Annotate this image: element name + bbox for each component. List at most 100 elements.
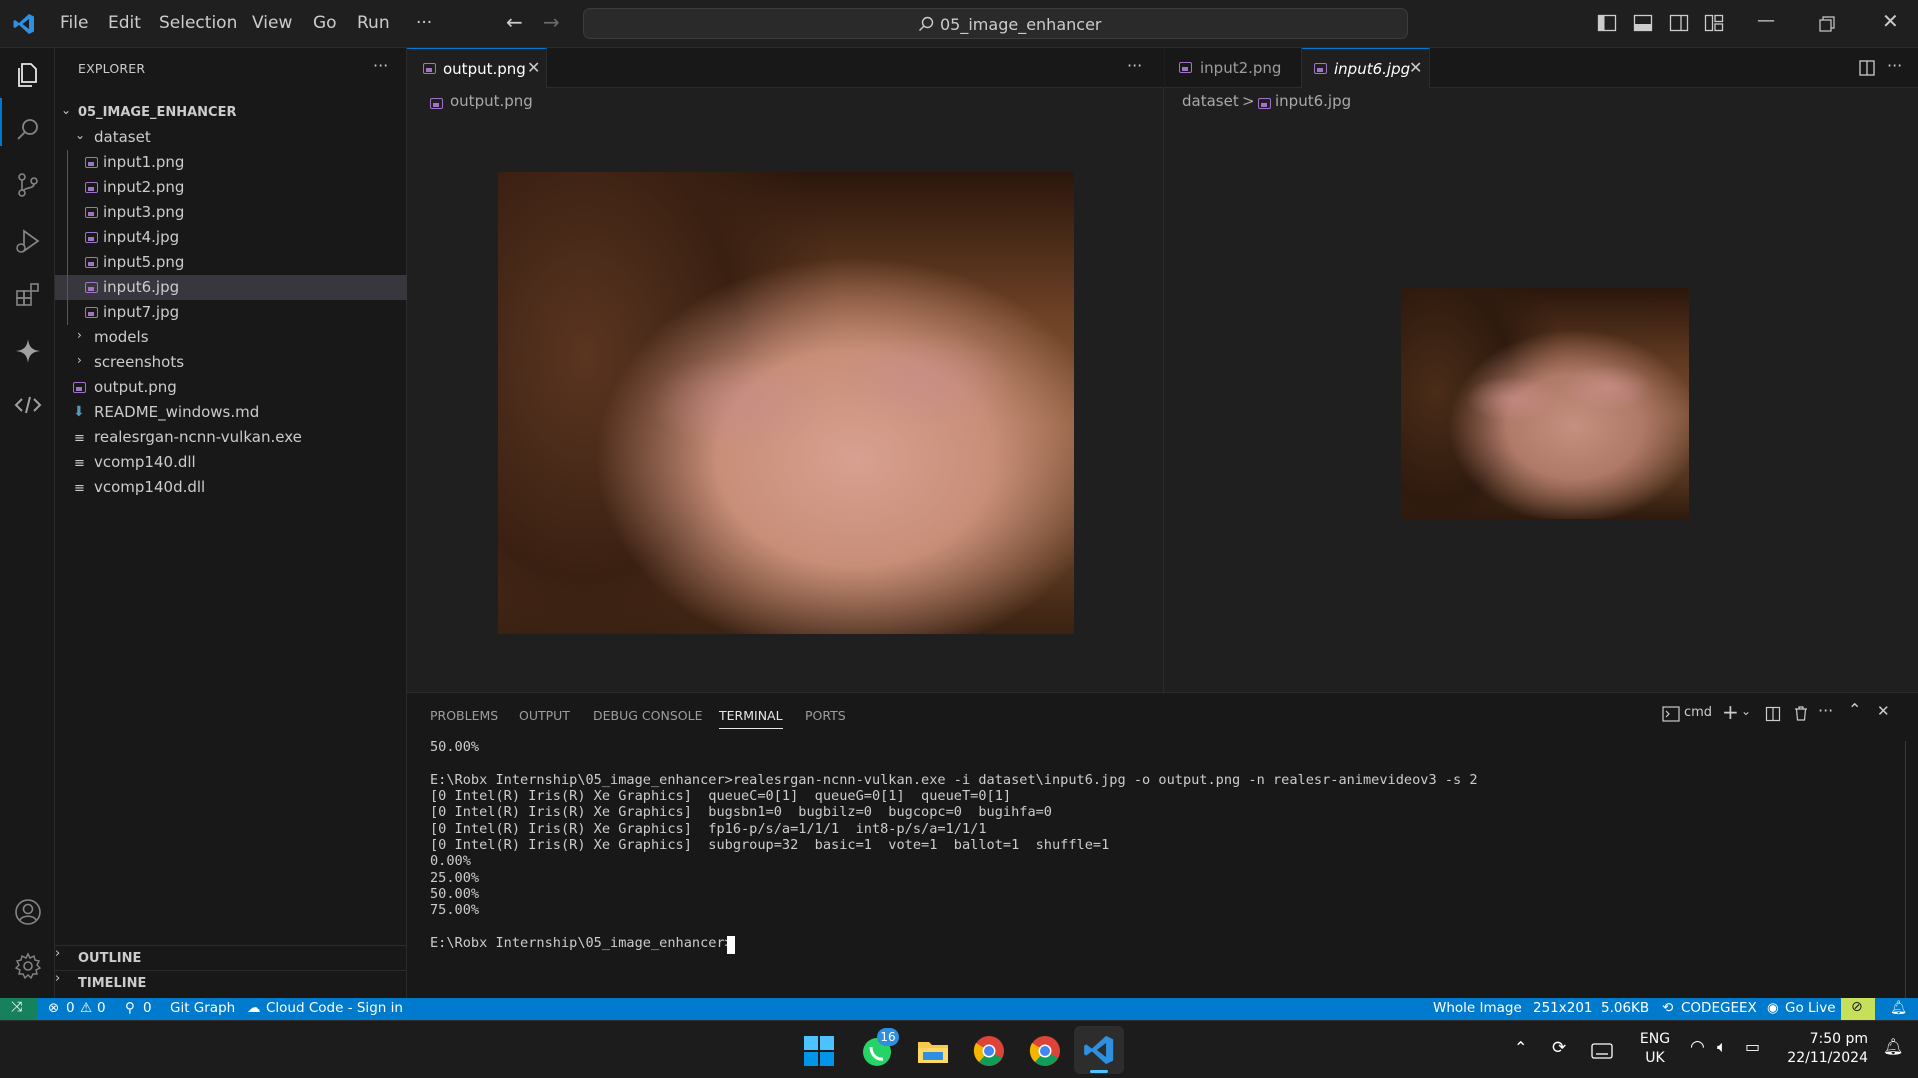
tree-file-input1[interactable]: input1.png (55, 150, 407, 175)
editor-more-icon[interactable]: ··· (1127, 56, 1142, 75)
sync-icon[interactable]: ⟳ (1552, 1038, 1566, 1058)
explorer-icon[interactable] (13, 60, 43, 90)
timeline-section[interactable]: › TIMELINE (55, 970, 407, 995)
maximize-panel-icon[interactable]: ⌃ (1848, 700, 1861, 719)
tree-file-output[interactable]: output.png (55, 375, 407, 400)
chrome-profile-icon[interactable] (1027, 1033, 1063, 1069)
warnings-count[interactable]: 0 (97, 1000, 106, 1016)
notifications-bell-icon[interactable]: 🔔︎ (1890, 1000, 1907, 1016)
chrome-icon[interactable] (971, 1033, 1007, 1069)
outline-section[interactable]: › OUTLINE (55, 945, 407, 970)
menu-more[interactable]: ··· (416, 13, 432, 33)
image-zoom-mode[interactable]: Whole Image (1433, 1000, 1522, 1016)
restore-icon[interactable] (1817, 14, 1837, 34)
menu-edit[interactable]: Edit (108, 13, 141, 33)
tree-file-vcomp140d[interactable]: ≡ vcomp140d.dll (55, 475, 407, 500)
keyboard-icon[interactable] (1591, 1043, 1613, 1059)
terminal-prompt[interactable]: E:\Robx Internship\05_image_enhancer> (430, 935, 733, 951)
tree-file-input6[interactable]: input6.jpg (55, 275, 407, 300)
run-debug-icon[interactable] (13, 226, 43, 256)
tree-file-input2[interactable]: input2.png (55, 175, 407, 200)
extensions-icon[interactable] (13, 280, 43, 310)
vscode-taskbar-button[interactable] (1074, 1026, 1124, 1074)
terminal-shell-label[interactable]: cmd (1684, 705, 1712, 720)
git-graph[interactable]: Git Graph (170, 1000, 235, 1016)
tree-folder-screenshots[interactable]: › screenshots (55, 350, 407, 375)
forward-arrow-icon[interactable]: → (543, 10, 560, 34)
panel-tab-output[interactable]: OUTPUT (519, 708, 570, 723)
gemini-sparkle-icon[interactable] (13, 336, 43, 366)
tree-file-readme[interactable]: ⬇ README_windows.md (55, 400, 407, 425)
breadcrumb-folder[interactable]: dataset (1182, 92, 1239, 110)
image-file-icon (1258, 98, 1271, 109)
explorer-more-icon[interactable]: ··· (373, 56, 388, 75)
close-window-icon[interactable]: ✕ (1882, 9, 1899, 33)
tab-input6-jpg[interactable]: input6.jpg ✕ (1302, 48, 1430, 88)
manage-gear-icon[interactable] (13, 951, 43, 981)
toggle-panel-icon[interactable] (1633, 13, 1653, 33)
errors-count[interactable]: 0 (66, 1000, 75, 1016)
menu-view[interactable]: View (252, 13, 292, 33)
terminal-scrollbar[interactable] (1905, 741, 1915, 1003)
menu-run[interactable]: Run (357, 13, 390, 33)
editor-more-icon[interactable]: ··· (1887, 56, 1902, 75)
tab-output-png[interactable]: output.png ✕ (407, 48, 547, 88)
command-center-search[interactable]: 05_image_enhancer (583, 8, 1408, 39)
language-line1[interactable]: ENG (1637, 1031, 1673, 1047)
menu-file[interactable]: File (60, 13, 88, 33)
remote-indicator[interactable]: ⤨ (0, 998, 37, 1020)
copilot-status[interactable]: ⊘ (1841, 998, 1875, 1020)
customize-layout-icon[interactable] (1704, 13, 1724, 33)
windows-start-icon[interactable] (803, 1035, 835, 1067)
menu-selection[interactable]: Selection (159, 13, 237, 33)
toggle-secondary-sidebar-icon[interactable] (1669, 13, 1689, 33)
file-explorer-icon[interactable] (915, 1033, 951, 1069)
whatsapp-icon[interactable]: 16 (860, 1028, 899, 1069)
toggle-primary-sidebar-icon[interactable] (1597, 13, 1617, 33)
language-line2[interactable]: UK (1637, 1050, 1673, 1066)
trash-icon[interactable] (1793, 705, 1809, 722)
panel-tab-terminal[interactable]: TERMINAL (719, 708, 783, 729)
notification-center-icon[interactable]: 🔔︎ (1883, 1037, 1903, 1056)
source-control-icon[interactable] (13, 170, 43, 200)
back-arrow-icon[interactable]: ← (506, 10, 523, 34)
menu-go[interactable]: Go (313, 13, 337, 33)
search-activity-icon[interactable] (13, 115, 43, 145)
panel-tab-debug-console[interactable]: DEBUG CONSOLE (593, 708, 702, 723)
minimize-icon[interactable]: — (1757, 10, 1775, 31)
chevron-up-icon[interactable]: ⌃ (1514, 1038, 1527, 1057)
close-tab-icon[interactable]: ✕ (527, 58, 540, 77)
close-tab-icon[interactable]: ✕ (1409, 58, 1422, 77)
tree-file-input7[interactable]: input7.jpg (55, 300, 407, 325)
split-terminal-icon[interactable] (1765, 706, 1781, 722)
account-icon[interactable] (13, 897, 43, 927)
tree-root-folder[interactable]: ⌄ 05_IMAGE_ENHANCER (55, 100, 407, 125)
tab-input2-png[interactable]: input2.png (1165, 48, 1302, 88)
volume-icon[interactable]: 🔈︎ (1717, 1037, 1727, 1057)
battery-icon[interactable]: ▭ (1745, 1037, 1760, 1056)
clock-date[interactable]: 22/11/2024 (1780, 1050, 1868, 1066)
panel-tab-problems[interactable]: PROBLEMS (430, 708, 498, 723)
tree-folder-models[interactable]: › models (55, 325, 407, 350)
tree-file-vcomp140[interactable]: ≡ vcomp140.dll (55, 450, 407, 475)
tree-file-input3[interactable]: input3.png (55, 200, 407, 225)
wifi-icon[interactable]: ◠ (1690, 1037, 1705, 1057)
cloud-code-signin[interactable]: Cloud Code - Sign in (266, 1000, 403, 1016)
close-panel-icon[interactable]: ✕ (1877, 702, 1890, 720)
tree-folder-dataset[interactable]: ⌄ dataset (55, 125, 407, 150)
breadcrumb-file[interactable]: input6.jpg (1275, 92, 1351, 110)
go-live[interactable]: Go Live (1785, 1000, 1836, 1016)
chevron-down-icon[interactable]: ⌄ (1741, 704, 1751, 718)
panel-more-icon[interactable]: ··· (1818, 701, 1833, 720)
split-editor-icon[interactable] (1858, 59, 1876, 77)
breadcrumb-file[interactable]: output.png (450, 92, 533, 110)
codegeex[interactable]: CODEGEEX (1681, 1000, 1757, 1016)
tree-file-exe[interactable]: ≡ realesrgan-ncnn-vulkan.exe (55, 425, 407, 450)
tree-file-input5[interactable]: input5.png (55, 250, 407, 275)
tree-file-input4[interactable]: input4.jpg (55, 225, 407, 250)
new-terminal-plus-icon[interactable]: + (1722, 700, 1739, 724)
clock-time[interactable]: 7:50 pm (1788, 1031, 1868, 1047)
ports-count[interactable]: 0 (143, 1000, 152, 1016)
panel-tab-ports[interactable]: PORTS (805, 708, 846, 723)
cloud-code-icon[interactable] (13, 390, 43, 420)
